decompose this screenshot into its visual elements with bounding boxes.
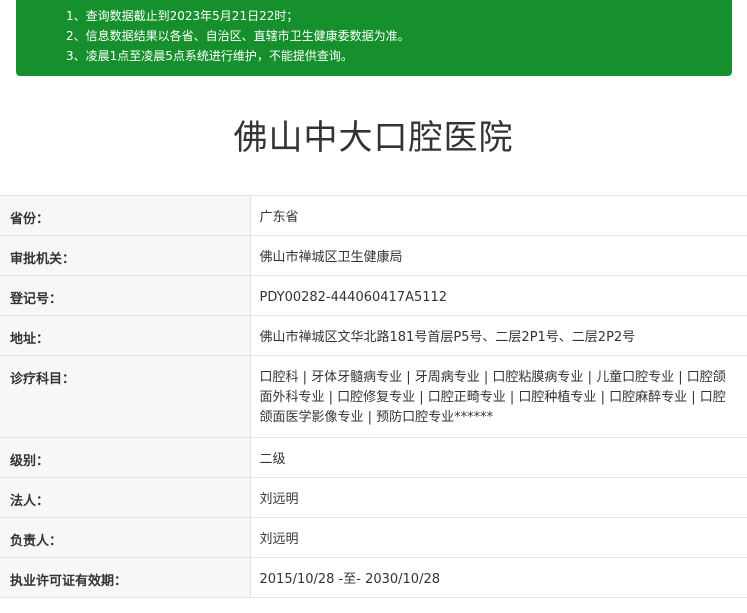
row-label: 执业许可证有效期： bbox=[0, 557, 251, 598]
row-label: 负责人： bbox=[0, 517, 251, 558]
table-row: 法人： 刘远明 bbox=[0, 477, 747, 518]
notice-item: 1、查询数据截止到2023年5月21日22时； bbox=[66, 9, 299, 23]
table-row: 地址： 佛山市禅城区文华北路181号首层P5号、二层2P1号、二层2P2号 bbox=[0, 315, 747, 356]
row-value: 2015/10/28 -至- 2030/10/28 bbox=[250, 557, 747, 598]
page-title: 佛山中大口腔医院 bbox=[233, 118, 514, 158]
row-label: 省份： bbox=[0, 195, 251, 236]
table-row: 登记号： PDY00282-444060417A5112 bbox=[0, 275, 747, 316]
table-row: 诊疗科目： 口腔科 | 牙体牙髓病专业 | 牙周病专业 | 口腔粘膜病专业 | … bbox=[0, 355, 747, 438]
row-value: 佛山市禅城区卫生健康局 bbox=[250, 235, 747, 276]
table-row: 省份： 广东省 bbox=[0, 195, 747, 236]
row-value: 刘远明 bbox=[250, 477, 747, 518]
table-row: 级别： 二级 bbox=[0, 437, 747, 478]
row-value: 口腔科 | 牙体牙髓病专业 | 牙周病专业 | 口腔粘膜病专业 | 儿童口腔专业… bbox=[250, 355, 747, 438]
row-value: 佛山市禅城区文华北路181号首层P5号、二层2P1号、二层2P2号 bbox=[250, 315, 747, 356]
notice-banner: 1、查询数据截止到2023年5月21日22时； 2、信息数据结果以各省、自治区、… bbox=[16, 0, 732, 76]
row-label: 登记号： bbox=[0, 275, 251, 316]
row-label: 审批机关： bbox=[0, 235, 251, 276]
notice-item: 2、信息数据结果以各省、自治区、直辖市卫生健康委数据为准。 bbox=[66, 29, 410, 43]
hospital-info-table: 省份： 广东省 审批机关： 佛山市禅城区卫生健康局 登记号： PDY00282-… bbox=[0, 195, 747, 598]
notice-item: 3、凌晨1点至凌晨5点系统进行维护，不能提供查询。 bbox=[66, 49, 353, 63]
row-label: 地址： bbox=[0, 315, 251, 356]
row-value: PDY00282-444060417A5112 bbox=[250, 275, 747, 316]
table-row: 审批机关： 佛山市禅城区卫生健康局 bbox=[0, 235, 747, 276]
row-value: 广东省 bbox=[250, 195, 747, 236]
table-row: 负责人： 刘远明 bbox=[0, 517, 747, 558]
row-label: 级别： bbox=[0, 437, 251, 478]
row-value: 刘远明 bbox=[250, 517, 747, 558]
table-row: 执业许可证有效期： 2015/10/28 -至- 2030/10/28 bbox=[0, 557, 747, 598]
row-label: 法人： bbox=[0, 477, 251, 518]
row-label: 诊疗科目： bbox=[0, 355, 251, 438]
row-value: 二级 bbox=[250, 437, 747, 478]
